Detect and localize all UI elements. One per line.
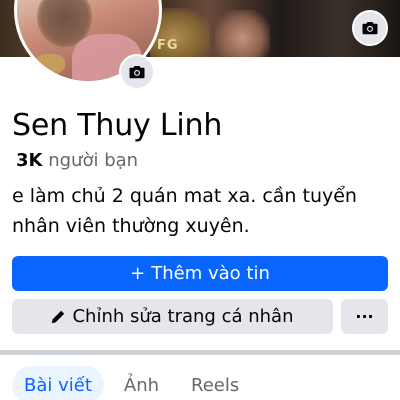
profile-bio: e làm chủ 2 quán mat xa. cần tuyển nhân …	[12, 185, 357, 237]
edit-profile-label: Chỉnh sửa trang cá nhân	[72, 306, 294, 327]
camera-icon	[129, 66, 145, 79]
profile-name: Sen Thuy Linh	[12, 108, 223, 143]
camera-icon	[362, 22, 378, 35]
section-divider	[0, 350, 400, 355]
cover-photo-detail	[215, 10, 270, 57]
pencil-icon	[52, 310, 65, 323]
avatar-detail	[35, 54, 65, 74]
friends-count-label: người bạn	[48, 150, 139, 171]
add-to-story-label: Thêm vào tin	[151, 263, 270, 284]
edit-cover-photo-button[interactable]	[352, 10, 388, 46]
edit-profile-picture-button[interactable]	[119, 54, 155, 90]
friends-count[interactable]: 3K người bạn	[16, 150, 138, 171]
tab-posts[interactable]: Bài viết	[12, 366, 104, 400]
edit-profile-button[interactable]: Chỉnh sửa trang cá nhân	[12, 299, 333, 334]
more-options-button[interactable]: ···	[341, 299, 388, 334]
tab-reels[interactable]: Reels	[179, 366, 251, 400]
friends-count-value: 3K	[16, 150, 43, 171]
tab-photos[interactable]: Ảnh	[112, 366, 171, 400]
cover-photo-text: FG	[157, 38, 179, 53]
more-icon: ···	[355, 307, 374, 326]
add-to-story-button[interactable]: + Thêm vào tin	[12, 256, 388, 291]
plus-icon: +	[130, 263, 146, 284]
profile-tabs: Bài viết Ảnh Reels	[12, 366, 251, 400]
